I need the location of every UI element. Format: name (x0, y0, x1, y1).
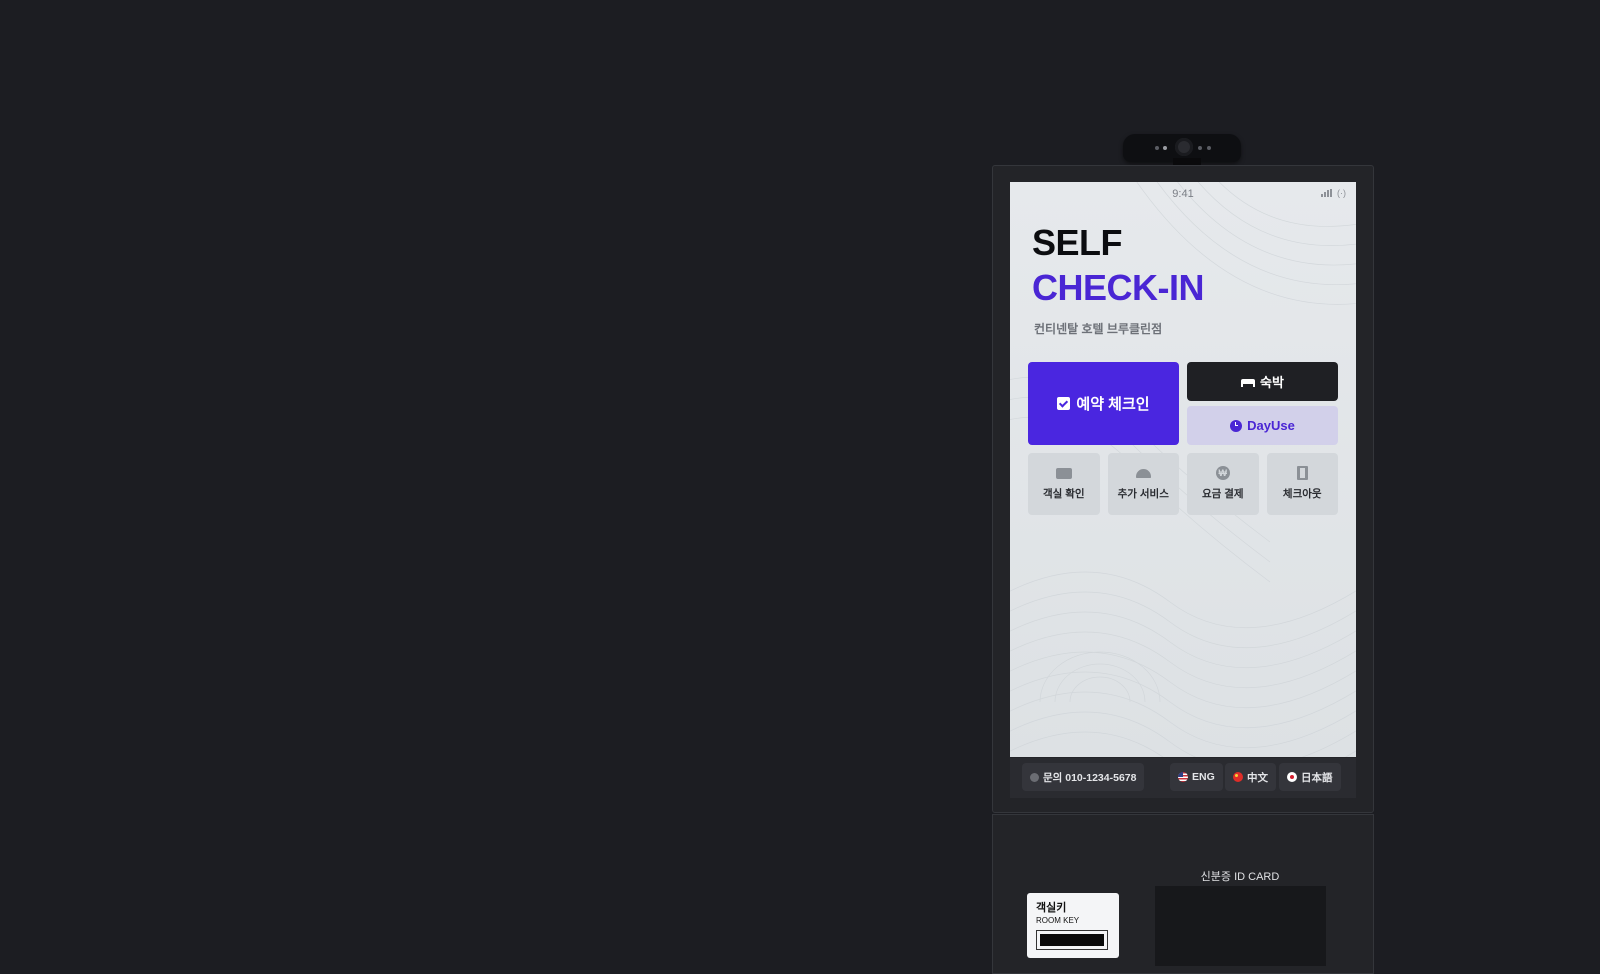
language-cn-button[interactable]: 中文 (1225, 763, 1276, 791)
tile-label: 체크아웃 (1282, 488, 1322, 500)
reservation-checkin-label: 예약 체크인 (1076, 396, 1150, 413)
footer-bar: 문의 010-1234-5678 ENG 中文 日本語 (1010, 758, 1356, 798)
camera-led-dot (1163, 146, 1167, 150)
tile-label: 객실 확인 (1042, 488, 1085, 500)
stay-button[interactable]: 숙박 (1187, 362, 1338, 401)
camera-lens-icon (1175, 138, 1193, 156)
dayuse-label: DayUse (1247, 418, 1295, 433)
contact-label: 문의 010-1234-5678 (1043, 771, 1137, 784)
stay-label: 숙박 (1260, 375, 1284, 390)
checkbox-icon (1057, 397, 1071, 410)
bell-icon (1135, 468, 1151, 478)
room-check-tile[interactable]: 객실 확인 (1028, 453, 1100, 515)
hero-title-checkin: CHECK-IN (1032, 267, 1205, 308)
camera-sensor-dot (1207, 146, 1211, 150)
hero-title-self: SELF (1032, 222, 1123, 263)
hotel-name: 컨티넨탈 호텔 브루클린점 (1034, 322, 1163, 336)
tile-label: 추가 서비스 (1117, 488, 1169, 500)
service-tiles: 객실 확인 추가 서비스 ₩ 요금 결제 체크아웃 (1028, 453, 1338, 515)
room-key-slot (1036, 930, 1108, 950)
won-icon: ₩ (1215, 466, 1230, 480)
checkout-tile[interactable]: 체크아웃 (1266, 453, 1338, 515)
tile-label: 요금 결제 (1201, 488, 1244, 500)
phone-dot-icon (1030, 772, 1039, 782)
kiosk-screen: 9:41 (·) SELF CHECK-IN 컨티넨탈 호텔 브루클린점 예약 … (1010, 182, 1356, 757)
language-label: ENG (1192, 771, 1215, 783)
china-flag-icon (1233, 772, 1243, 782)
us-flag-icon (1178, 772, 1188, 782)
japan-flag-icon (1287, 772, 1297, 782)
language-jp-button[interactable]: 日本語 (1279, 763, 1341, 791)
clock-icon (1230, 419, 1243, 432)
card-icon (1055, 467, 1072, 479)
wifi-icon: (·) (1337, 188, 1346, 198)
room-key-label-en: ROOM KEY (1036, 916, 1080, 925)
camera-sensor-dot (1198, 146, 1202, 150)
system-icons: (·) (1321, 188, 1346, 198)
status-time: 9:41 (1172, 188, 1194, 200)
language-eng-button[interactable]: ENG (1170, 763, 1223, 791)
language-label: 中文 (1247, 771, 1268, 784)
bed-icon (1241, 377, 1256, 387)
camera-sensor-dot (1155, 146, 1159, 150)
id-card-label: 신분증 ID CARD (1200, 871, 1280, 883)
kiosk-camera (1123, 134, 1241, 166)
signal-icon (1321, 189, 1332, 197)
room-key-dispenser: 객실키 ROOM KEY (1027, 893, 1119, 958)
contact-button[interactable]: 문의 010-1234-5678 (1022, 763, 1145, 791)
room-key-label-ko: 객실키 (1036, 902, 1067, 914)
payment-tile[interactable]: ₩ 요금 결제 (1187, 453, 1259, 515)
extra-service-tile[interactable]: 추가 서비스 (1107, 453, 1179, 515)
door-icon (1296, 466, 1308, 480)
language-label: 日本語 (1301, 771, 1333, 784)
id-card-scanner (1155, 886, 1326, 966)
dayuse-button[interactable]: DayUse (1187, 406, 1338, 445)
status-bar: 9:41 (·) (1010, 188, 1356, 202)
reservation-checkin-button[interactable]: 예약 체크인 (1028, 362, 1179, 445)
